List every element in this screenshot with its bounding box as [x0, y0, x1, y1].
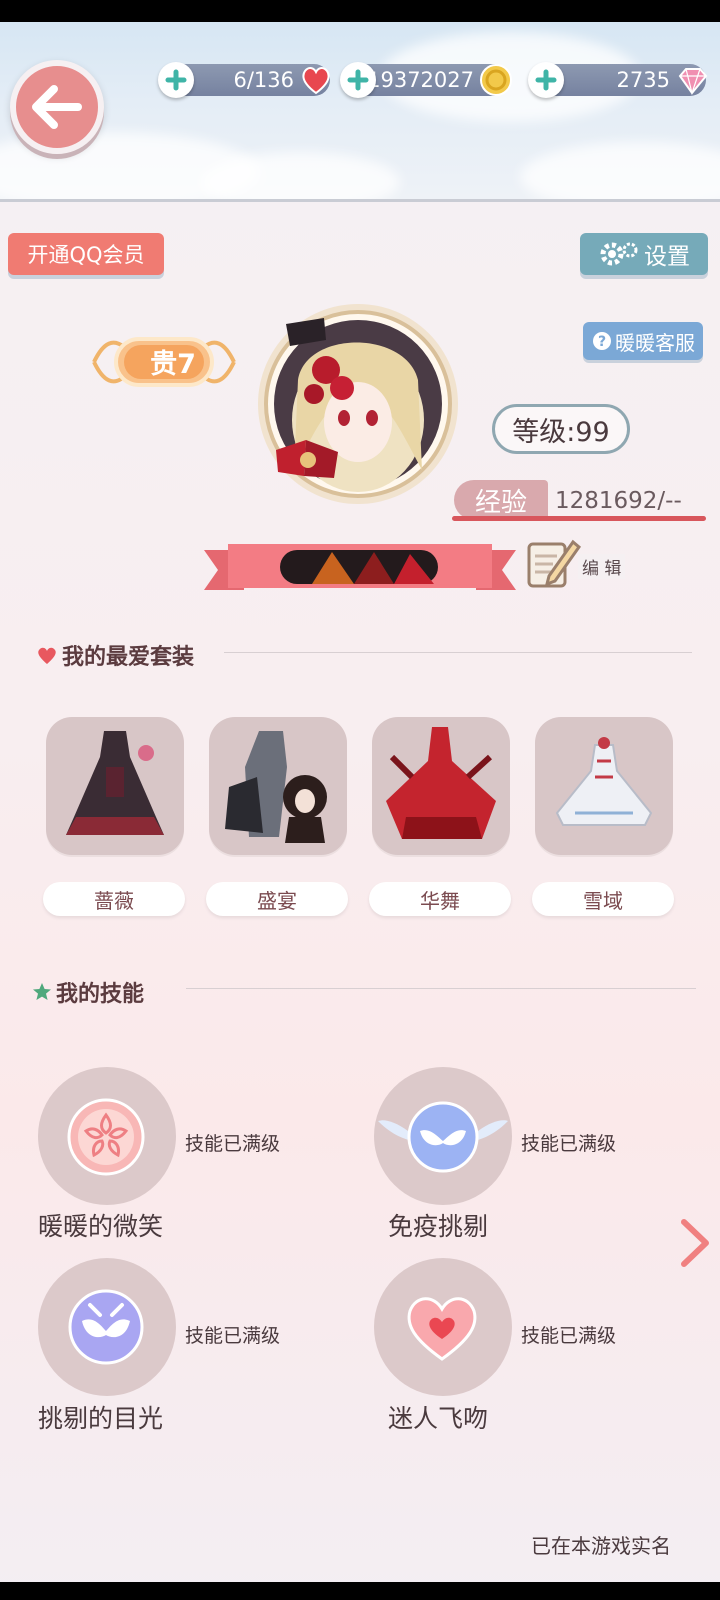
stamina-value: 6/136 — [233, 68, 294, 92]
favorites-section-title: 我的最爱套装 — [36, 639, 194, 671]
gear-icon — [600, 242, 638, 266]
status-bar — [0, 0, 720, 22]
sakura-icon — [67, 1098, 145, 1176]
diamond-icon — [678, 68, 708, 96]
skill-status: 技能已满级 — [521, 1325, 617, 1347]
heart-small-icon — [38, 647, 56, 664]
diamond-counter: 2735 — [528, 62, 708, 98]
level-label: 等级:99 — [512, 416, 610, 448]
skills-title: 我的技能 — [56, 982, 145, 1007]
settings-button[interactable]: 设置 — [580, 233, 708, 275]
settings-label: 设置 — [644, 244, 690, 270]
customer-service-button[interactable]: ? 暖暖客服 — [583, 322, 703, 360]
avatar[interactable] — [246, 300, 468, 510]
star-small-icon — [33, 983, 51, 1000]
exp-label: 经验 — [474, 487, 527, 518]
back-arrow-icon — [32, 85, 82, 129]
exp-value: 1281692/-- — [555, 488, 682, 514]
mask-icon — [68, 1289, 144, 1365]
add-diamond-button[interactable] — [528, 62, 564, 98]
skill-name: 暖暖的微笑 — [38, 1212, 164, 1241]
diamond-value: 2735 — [616, 68, 670, 92]
customer-service-label: 暖暖客服 — [615, 330, 695, 355]
bottom-bar — [0, 1582, 720, 1600]
edit-label[interactable]: 编 辑 — [578, 554, 626, 579]
stamina-counter: 6/136 — [158, 62, 330, 98]
outfit-label-snow[interactable]: 雪域 — [532, 882, 674, 916]
exp-tag: 经验 — [454, 480, 548, 520]
skill-status: 技能已满级 — [521, 1133, 617, 1155]
top-header — [0, 22, 720, 202]
qq-member-label: 开通QQ会员 — [27, 243, 145, 267]
skills-section-title: 我的技能 — [32, 976, 144, 1008]
player-name-ribbon — [204, 544, 516, 590]
plus-icon — [347, 69, 369, 91]
question-icon: ? — [593, 332, 611, 350]
outfit-rose-icon — [66, 731, 164, 835]
realname-verified-text: 已在本游戏实名 — [531, 1534, 671, 1558]
gold-value: 19372027 — [367, 68, 474, 92]
skill-status: 技能已满级 — [185, 1325, 281, 1347]
favorites-title: 我的最爱套装 — [62, 645, 195, 670]
outfit-label-dance[interactable]: 华舞 — [369, 882, 511, 916]
next-page-arrow-icon[interactable] — [678, 1218, 712, 1268]
gold-counter: 19372027 — [340, 62, 512, 98]
back-button[interactable] — [10, 60, 104, 154]
plus-icon — [535, 69, 557, 91]
edit-pencil-icon[interactable] — [525, 534, 581, 590]
heart-stamina-icon — [302, 67, 330, 95]
winged-mask-icon — [378, 1101, 508, 1173]
level-indicator: 等级:99 — [492, 404, 630, 454]
outfit-snow-icon — [555, 737, 653, 826]
gold-coin-icon — [480, 64, 512, 96]
section-divider — [224, 652, 692, 653]
qq-member-button[interactable]: 开通QQ会员 — [8, 233, 164, 275]
add-stamina-button[interactable] — [158, 62, 194, 98]
add-gold-button[interactable] — [340, 62, 376, 98]
heart-icon — [407, 1297, 477, 1361]
plus-icon — [165, 69, 187, 91]
svg-text:?: ? — [598, 334, 606, 350]
vip-level-label: 贵7 — [150, 349, 196, 380]
skill-name: 免疫挑剔 — [388, 1212, 489, 1241]
outfit-card-feast[interactable] — [209, 717, 347, 855]
skill-name: 挑剔的目光 — [38, 1404, 164, 1433]
outfit-feast-icon — [225, 731, 327, 843]
outfit-card-dance[interactable] — [372, 717, 510, 855]
skill-name: 迷人飞吻 — [388, 1404, 489, 1433]
exp-underline — [452, 516, 706, 521]
section-divider — [186, 988, 696, 989]
outfit-dance-icon — [386, 727, 496, 839]
skill-status: 技能已满级 — [185, 1133, 281, 1155]
outfit-label-feast[interactable]: 盛宴 — [206, 882, 348, 916]
outfit-card-rose[interactable] — [46, 717, 184, 855]
outfit-card-snow[interactable] — [535, 717, 673, 855]
outfit-label-rose[interactable]: 蔷薇 — [43, 882, 185, 916]
